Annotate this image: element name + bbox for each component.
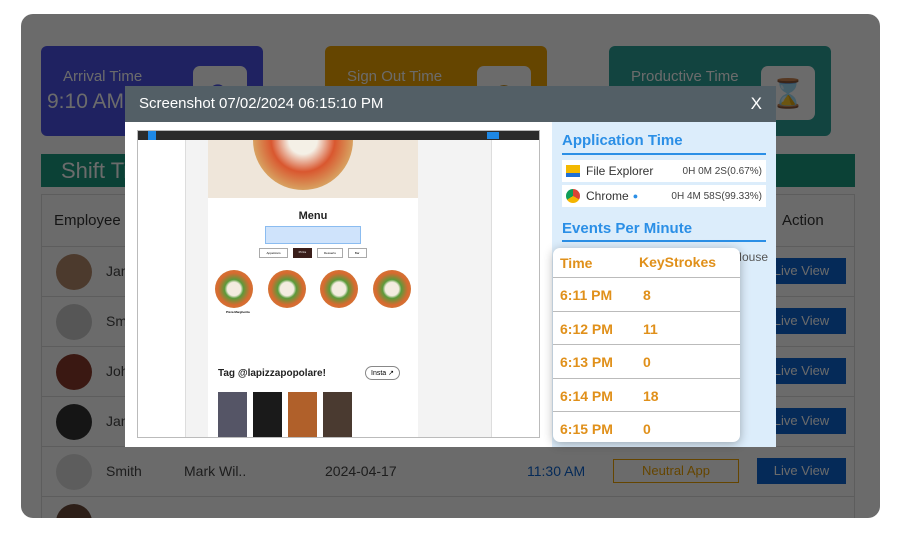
tab-desserts: Desserts (317, 248, 343, 258)
events-header: Time KeyStrokes (553, 248, 740, 278)
event-time: 6:14 PM (560, 387, 613, 404)
event-time: 6:15 PM (560, 421, 613, 437)
divider (562, 153, 766, 155)
event-time: 6:12 PM (560, 320, 613, 337)
live-view-button[interactable]: Live View (757, 458, 846, 484)
avatar (56, 404, 92, 440)
screenshot-modal: Screenshot 07/02/2024 06:15:10 PM X Menu… (125, 86, 776, 447)
card-label: Arrival Time (63, 68, 143, 85)
menu-heading: Menu (298, 210, 328, 222)
table-row: 6:13 PM 0 (553, 345, 740, 379)
active-dot-icon: ● (632, 191, 639, 201)
event-keys: 8 (643, 287, 651, 303)
avatar (56, 454, 92, 490)
tab-pizza: Pizza (292, 248, 312, 258)
card-label: Productive Time (631, 68, 739, 85)
status-badge: Neutral App (613, 459, 739, 483)
avatar (56, 504, 92, 518)
divider (562, 240, 766, 242)
avatar (56, 254, 92, 290)
app-time: 0H 0M 2S(0.67%) (682, 165, 762, 177)
modal-title: Screenshot 07/02/2024 06:15:10 PM (139, 95, 384, 112)
events-per-minute-title: Events Per Minute (562, 220, 693, 237)
employee-name: Smith (106, 463, 142, 479)
pizza-image (253, 140, 353, 190)
header-keystrokes: KeyStrokes (639, 254, 717, 270)
tab-appetizers: Appetizers (259, 248, 288, 258)
close-icon[interactable]: X (751, 94, 762, 114)
header-action: Action (782, 212, 824, 229)
time: 11:30 AM (527, 463, 586, 479)
app-toolbar (138, 131, 539, 140)
app-name: Chrome (586, 189, 629, 203)
table-row: 6:15 PM 0 (553, 412, 740, 442)
event-time: 6:13 PM (560, 354, 613, 370)
layers-panel (138, 140, 186, 437)
screenshot-image[interactable]: Menu Appetizers Pizza Desserts Bar Pizza… (137, 130, 540, 438)
card-label: Sign Out Time (347, 68, 443, 85)
event-keys: 0 (643, 421, 651, 437)
application-time-title: Application Time (562, 132, 683, 149)
card-value: 9:10 AM (47, 90, 125, 113)
folder-icon (566, 165, 580, 177)
app-name: File Explorer (586, 164, 654, 178)
header-employee: Employee (54, 212, 121, 229)
canvas-page: Menu Appetizers Pizza Desserts Bar Pizza… (208, 140, 418, 437)
app-time: 0H 4M 58S(99.33%) (671, 190, 762, 202)
insta-button: Insta ↗ (365, 366, 400, 380)
table-row: 6:14 PM 18 (553, 379, 740, 412)
avatar (56, 354, 92, 390)
date: 2024-04-17 (325, 463, 397, 479)
event-keys: 18 (643, 387, 659, 404)
header-time: Time (560, 255, 593, 271)
table-row: 6:12 PM 11 (553, 312, 740, 345)
modal-header: Screenshot 07/02/2024 06:15:10 PM X (125, 86, 776, 122)
manager-name: Mark Wil.. (184, 463, 247, 479)
chrome-icon (566, 189, 580, 203)
tab-bar: Bar (347, 248, 367, 258)
design-panel (491, 140, 539, 437)
pizza-item-name: Pizza Margherita (226, 310, 250, 314)
table-row: Smith Mark Wil.. 2024-04-17 11:30 AM Neu… (42, 447, 854, 497)
event-keys: 0 (643, 354, 651, 370)
app-row-chrome: Chrome ● 0H 4M 58S(99.33%) (562, 185, 766, 207)
event-keys: 11 (643, 320, 658, 337)
app-row-file-explorer: File Explorer 0H 0M 2S(0.67%) (562, 160, 766, 182)
event-time: 6:11 PM (560, 287, 613, 303)
avatar (56, 304, 92, 340)
tag-heading: Tag @lapizzapopolare! (218, 368, 326, 379)
table-row (42, 497, 854, 518)
events-table: Time KeyStrokes 6:11 PM 8 6:12 PM 11 6:13 P… (553, 248, 740, 442)
table-row: 6:11 PM 8 (553, 278, 740, 312)
